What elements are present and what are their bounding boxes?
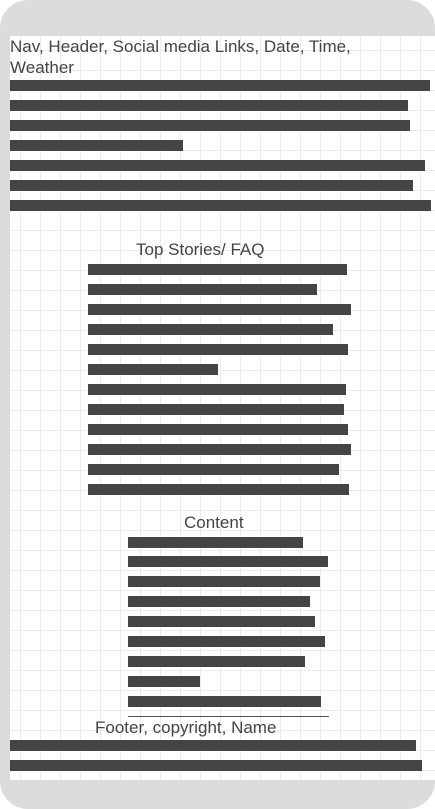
top-stories-text-line xyxy=(88,444,351,455)
content-text-line xyxy=(128,696,321,707)
header-text-line xyxy=(10,100,408,111)
header-text-line xyxy=(10,160,425,171)
content-text-line xyxy=(128,537,303,548)
top-stories-text-line xyxy=(88,324,333,335)
top-stories-text-line xyxy=(88,344,348,355)
top-stories-text-line xyxy=(88,304,351,315)
header-text-line xyxy=(10,140,183,151)
top-stories-text-line xyxy=(88,264,347,275)
top-stories-text-line xyxy=(88,484,349,495)
content-text-line xyxy=(128,676,200,687)
header-text-line xyxy=(10,200,431,211)
content-text-line xyxy=(128,576,320,587)
content-text-line xyxy=(128,596,310,607)
content-text-line xyxy=(128,556,328,567)
top-stories-text-line xyxy=(88,424,348,435)
header-text-line xyxy=(10,120,410,131)
top-stories-text-line xyxy=(88,464,339,475)
wireframe-screen: Nav, Header, Social media Links, Date, T… xyxy=(10,36,435,780)
header-section-title: Nav, Header, Social media Links, Date, T… xyxy=(10,37,351,77)
top-stories-text-line xyxy=(88,404,344,415)
top-stories-text-line xyxy=(88,384,346,395)
top-stories-text-line xyxy=(88,284,317,295)
header-text-line xyxy=(10,80,430,91)
footer-text-line xyxy=(10,740,416,751)
content-text-line xyxy=(128,616,315,627)
footer-text-line xyxy=(10,760,422,771)
content-text-line xyxy=(128,656,305,667)
content-text-line xyxy=(128,636,325,647)
top-stories-text-line xyxy=(88,364,218,375)
footer-section-title: Footer, copyright, Name xyxy=(95,718,277,737)
phone-frame: Nav, Header, Social media Links, Date, T… xyxy=(0,0,435,809)
header-text-line xyxy=(10,180,413,191)
content-section-title: Content xyxy=(184,513,244,532)
top-stories-section-title: Top Stories/ FAQ xyxy=(136,240,265,259)
